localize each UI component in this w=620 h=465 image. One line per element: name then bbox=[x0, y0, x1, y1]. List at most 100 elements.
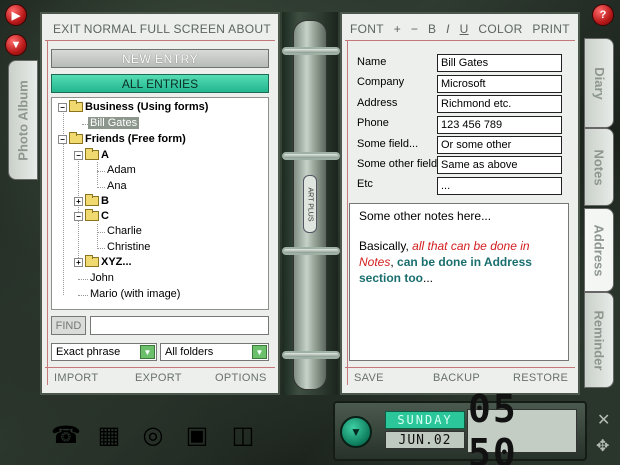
some-field-label: Some field... bbox=[357, 138, 419, 150]
tree-item-ana[interactable]: Ana bbox=[107, 180, 127, 192]
notes-basically: Basically, bbox=[359, 239, 413, 253]
tree-line bbox=[63, 140, 64, 295]
etc-field[interactable]: ... bbox=[437, 177, 562, 195]
etc-label: Etc bbox=[357, 178, 373, 190]
chevron-down-icon[interactable]: ▼ bbox=[252, 345, 267, 359]
find-button[interactable]: FIND bbox=[51, 316, 86, 335]
tree-folder-xyz[interactable]: + XYZ... bbox=[74, 255, 132, 268]
tree-folder-b[interactable]: + B bbox=[74, 194, 109, 207]
name-field[interactable]: Bill Gates bbox=[437, 54, 562, 72]
binder-ring bbox=[282, 152, 340, 160]
tree-line bbox=[97, 248, 105, 249]
collapse-icon[interactable]: − bbox=[74, 150, 83, 160]
menu-font-decrease[interactable]: − bbox=[411, 22, 418, 36]
margin-line bbox=[347, 40, 348, 385]
address-field[interactable]: Richmond etc. bbox=[437, 95, 562, 113]
tree-label: B bbox=[101, 195, 109, 207]
menu-italic[interactable]: I bbox=[446, 22, 450, 36]
tree-item-christine[interactable]: Christine bbox=[107, 241, 150, 253]
computer-icon[interactable]: ▣ bbox=[180, 418, 214, 452]
tree-label: Mario (with image) bbox=[90, 288, 181, 300]
import-button[interactable]: IMPORT bbox=[54, 372, 98, 384]
menu-font[interactable]: FONT bbox=[350, 22, 384, 36]
move-icon[interactable]: ✥ bbox=[596, 436, 609, 456]
all-entries-button[interactable]: ALL ENTRIES bbox=[51, 74, 269, 93]
tree-label: A bbox=[101, 149, 109, 161]
divider bbox=[345, 40, 575, 41]
folder-icon bbox=[69, 100, 83, 112]
clock-menu-button[interactable]: ▼ bbox=[340, 416, 372, 448]
tree-item-john[interactable]: John bbox=[90, 272, 114, 284]
menu-bold[interactable]: B bbox=[428, 22, 436, 36]
tree-item-bill-gates[interactable]: Bill Gates bbox=[88, 117, 140, 129]
network-icon[interactable]: ◫ bbox=[226, 418, 260, 452]
find-input[interactable] bbox=[90, 316, 269, 335]
collapse-icon[interactable]: − bbox=[74, 211, 83, 221]
tree-label: Business (Using forms) bbox=[85, 101, 209, 113]
tab-notes[interactable]: Notes bbox=[584, 128, 614, 206]
tree-line bbox=[97, 187, 105, 188]
collapse-icon[interactable]: − bbox=[58, 102, 67, 112]
tab-reminder[interactable]: Reminder bbox=[584, 292, 614, 388]
tree-label: John bbox=[90, 272, 114, 284]
folder-icon bbox=[85, 148, 99, 160]
help-button[interactable]: ? bbox=[592, 4, 614, 26]
divider bbox=[345, 367, 575, 368]
cd-icon[interactable]: ◎ bbox=[136, 418, 170, 452]
clock-date: JUN.02 bbox=[385, 431, 465, 449]
expand-icon[interactable]: + bbox=[74, 196, 83, 206]
some-other-field-input[interactable]: Same as above bbox=[437, 156, 562, 174]
tab-diary[interactable]: Diary bbox=[584, 38, 614, 128]
calculator-icon[interactable]: ▦ bbox=[92, 418, 126, 452]
search-mode-value: Exact phrase bbox=[56, 346, 121, 358]
restore-button[interactable]: RESTORE bbox=[513, 372, 568, 384]
notes-area[interactable]: Some other notes here... Basically, all … bbox=[349, 203, 569, 361]
tree-line bbox=[97, 171, 105, 172]
menu-full-screen[interactable]: FULL SCREEN bbox=[140, 22, 226, 36]
menu-normal[interactable]: NORMAL bbox=[84, 22, 137, 36]
tab-photo-album[interactable]: Photo Album bbox=[8, 60, 38, 180]
new-entry-button[interactable]: NEW ENTRY bbox=[51, 49, 269, 68]
tab-notes-label: Notes bbox=[591, 148, 607, 186]
tree-folder-business[interactable]: − Business (Using forms) bbox=[58, 100, 209, 113]
notes-ellipsis: ... bbox=[423, 271, 434, 285]
expand-icon[interactable]: + bbox=[74, 257, 83, 267]
tree-item-mario[interactable]: Mario (with image) bbox=[90, 288, 180, 300]
menu-exit[interactable]: EXIT bbox=[53, 22, 81, 36]
clock-time: 05 50 bbox=[467, 387, 577, 465]
chevron-down-icon[interactable]: ▼ bbox=[140, 345, 155, 359]
dropdown-button[interactable]: ▼ bbox=[5, 34, 27, 56]
tree-folder-a[interactable]: − A bbox=[74, 148, 109, 161]
tree-label: XYZ... bbox=[101, 256, 132, 268]
tree-folder-c[interactable]: − C bbox=[74, 209, 109, 222]
margin-line bbox=[47, 40, 48, 385]
collapse-icon[interactable]: − bbox=[58, 134, 67, 144]
menu-color[interactable]: COLOR bbox=[478, 22, 522, 36]
some-field-input[interactable]: Or some other bbox=[437, 136, 562, 154]
close-icon[interactable]: ✕ bbox=[597, 410, 610, 430]
tab-address[interactable]: Address bbox=[584, 208, 614, 292]
search-scope-select[interactable]: All folders ▼ bbox=[160, 343, 269, 361]
tree-line bbox=[97, 224, 98, 247]
export-button[interactable]: EXPORT bbox=[135, 372, 182, 384]
phone-field[interactable]: 123 456 789 bbox=[437, 116, 562, 134]
notes-paragraph: Basically, all that can be done in Notes… bbox=[359, 238, 559, 286]
tree-label: Adam bbox=[107, 164, 136, 176]
options-button[interactable]: OPTIONS bbox=[215, 372, 267, 384]
tree-line bbox=[97, 162, 98, 185]
menu-print[interactable]: PRINT bbox=[532, 22, 570, 36]
phone-icon[interactable]: ☎ bbox=[49, 418, 83, 452]
tree-label: Ana bbox=[107, 180, 127, 192]
company-field[interactable]: Microsoft bbox=[437, 75, 562, 93]
menu-font-increase[interactable]: + bbox=[394, 22, 401, 36]
tree-item-charlie[interactable]: Charlie bbox=[107, 225, 142, 237]
tree-item-adam[interactable]: Adam bbox=[107, 164, 136, 176]
menu-underline[interactable]: U bbox=[460, 22, 469, 36]
backup-button[interactable]: BACKUP bbox=[433, 372, 480, 384]
play-button[interactable]: ▶ bbox=[5, 4, 27, 26]
menu-about[interactable]: ABOUT bbox=[228, 22, 271, 36]
tree-folder-friends[interactable]: − Friends (Free form) bbox=[58, 132, 186, 145]
notes-line-1: Some other notes here... bbox=[359, 209, 492, 223]
save-button[interactable]: SAVE bbox=[354, 372, 384, 384]
search-mode-select[interactable]: Exact phrase ▼ bbox=[51, 343, 157, 361]
